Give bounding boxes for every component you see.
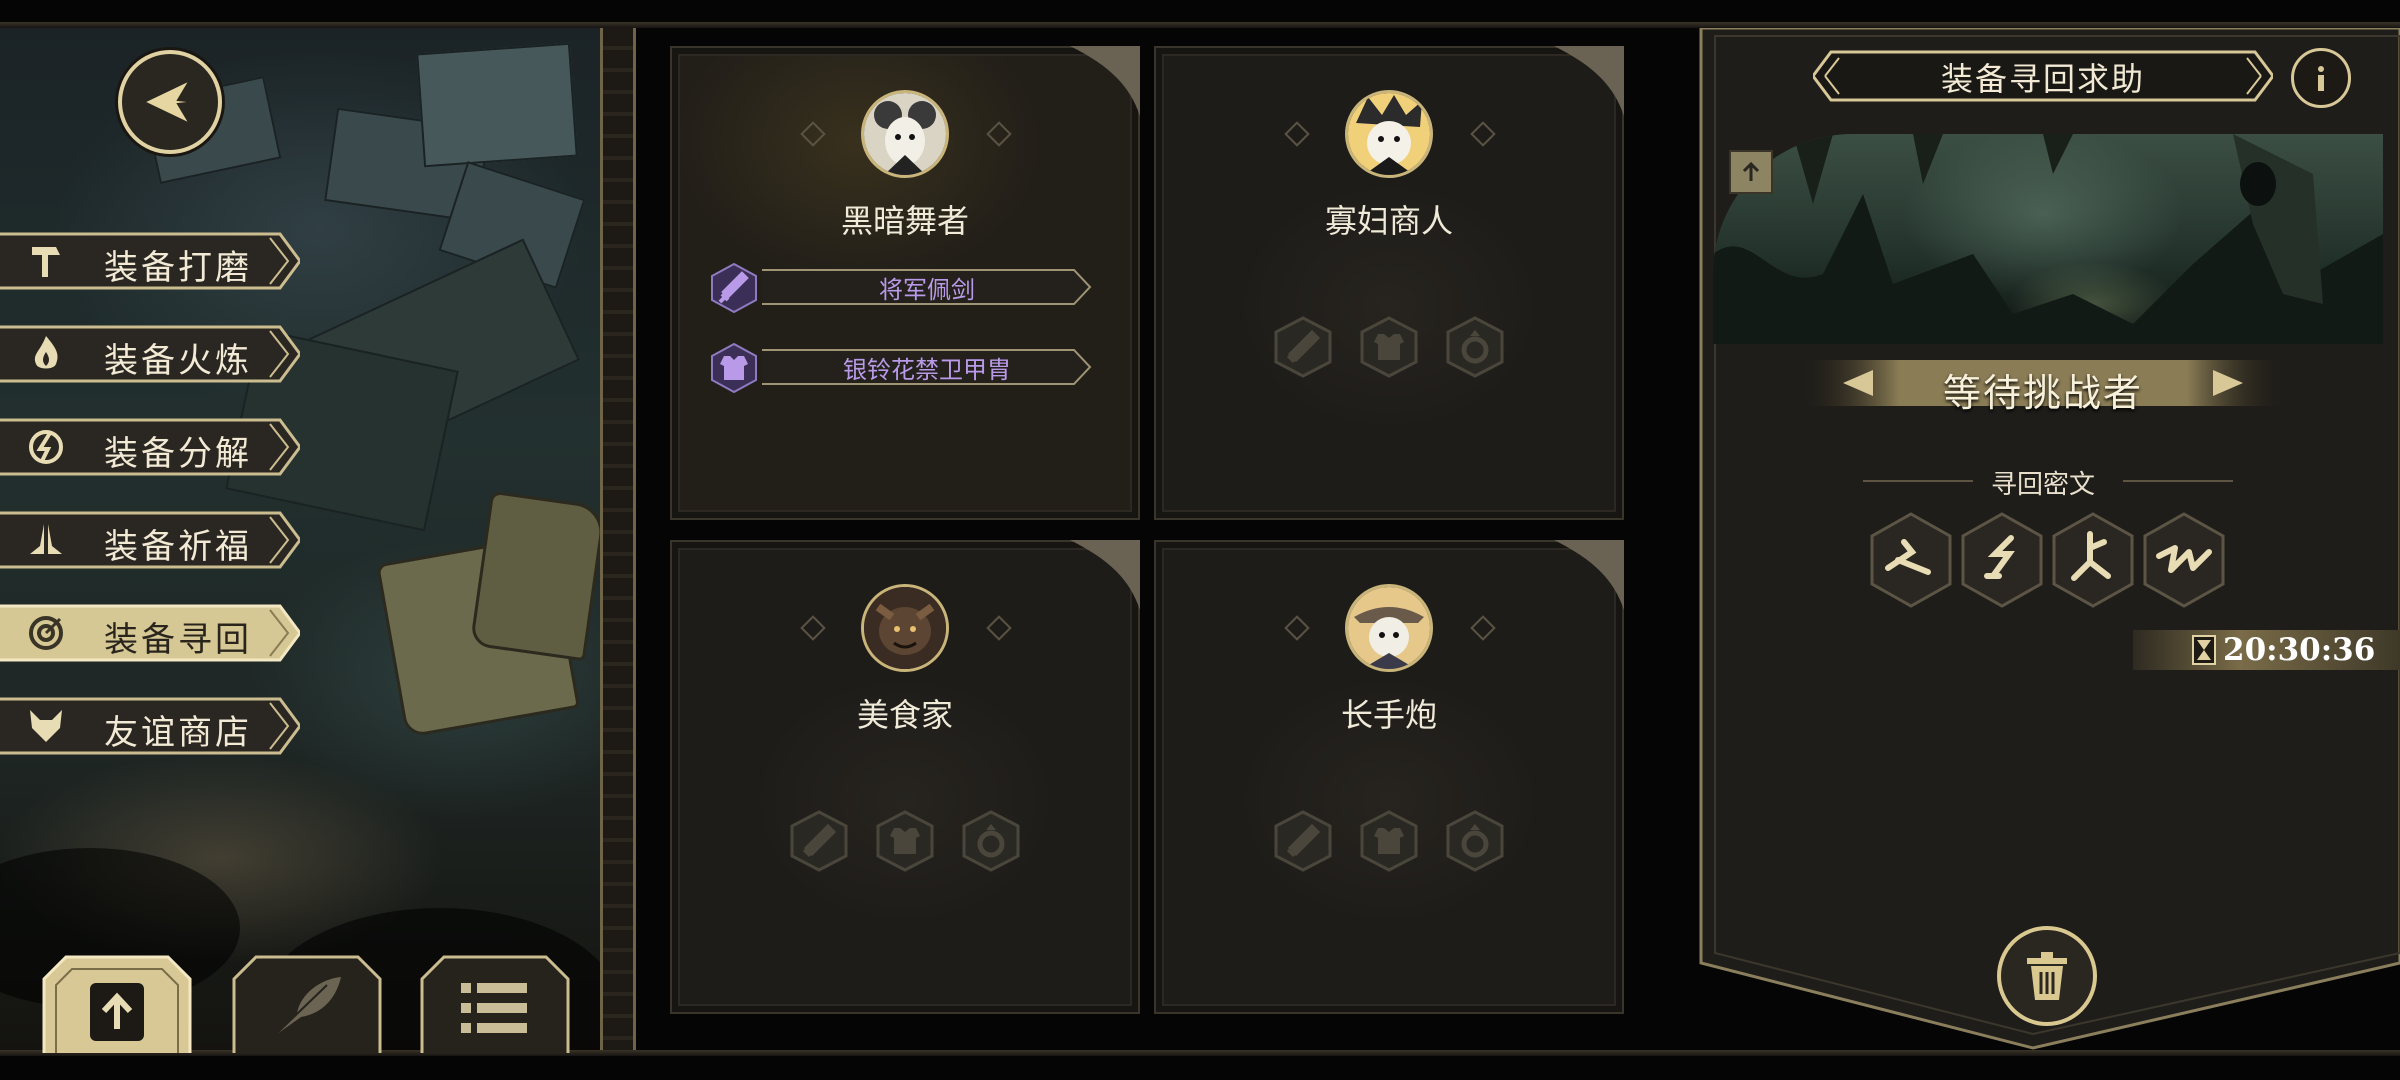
decor-diamond [800,615,826,641]
tab-upload[interactable] [42,955,192,1053]
status-text: 等待挑战者 [1942,371,2143,415]
upload-icon [90,983,144,1041]
tab-feather[interactable] [232,955,382,1053]
decor-diamond [800,121,826,147]
rune-4-icon[interactable] [2141,512,2227,608]
tab-list[interactable] [420,955,570,1053]
card-widow-merchant[interactable]: 寡妇商人 [1154,46,1624,520]
item-label: 银铃花禁卫甲胄 [843,356,1011,384]
sword-slot-icon[interactable] [1272,316,1334,378]
card-name: 黑暗舞者 [840,202,969,240]
card-name: 长手炮 [1340,696,1437,734]
list-icon [461,983,527,1033]
menu-label-refine: 装备火炼 [104,341,252,381]
card-name: 美食家 [856,696,953,734]
fox-icon [30,710,62,742]
card-name: 寡妇商人 [1324,202,1453,240]
page-curl-corner [1070,540,1140,610]
decor-diamond [986,121,1012,147]
cipher-label: 寻回密文 [1990,470,2095,500]
scene-upload-button[interactable] [1729,150,1773,194]
card-gourmet[interactable]: 美食家 [670,540,1140,1014]
info-button[interactable] [2291,48,2351,108]
menu-label-retrieve: 装备寻回 [104,620,252,660]
decor-diamond [1284,615,1310,641]
armor-slot-icon[interactable] [1358,810,1420,872]
panel-title: 装备寻回求助 [1940,60,2145,98]
menu-item-polish[interactable]: 装备打磨 [0,228,300,294]
upload-icon [1742,161,1760,181]
back-button[interactable] [118,50,222,154]
page-curl-corner [1554,46,1624,116]
target-icon [29,616,63,650]
info-icon [2318,66,2324,91]
gourmet-avatar[interactable] [861,584,949,672]
page-curl-corner [1554,540,1624,610]
ring-slot-icon[interactable] [960,810,1022,872]
rune-2-icon[interactable] [1959,512,2045,608]
menu-item-refine[interactable]: 装备火炼 [0,321,300,387]
widow-merchant-avatar[interactable] [1345,90,1433,178]
hourglass-icon [2192,635,2216,665]
panel-divider [600,28,636,1050]
equipment-item-row[interactable]: 将军佩剑 [708,262,1108,314]
menu-label-dismantle: 装备分解 [104,434,252,474]
mouse-dancer-avatar[interactable] [861,90,949,178]
feather-icon [272,977,341,1038]
decor-diamond [1284,121,1310,147]
trash-icon [2027,952,2067,1000]
long-arm-cannon-avatar[interactable] [1345,584,1433,672]
menu-item-pray[interactable]: 装备祈福 [0,507,300,573]
menu-label-polish: 装备打磨 [104,248,252,288]
pray-icon [30,524,62,554]
decor-diamond [986,615,1012,641]
equipment-item-row[interactable]: 银铃花禁卫甲胄 [708,342,1108,394]
sword-icon [711,262,757,314]
dismantle-icon [29,430,63,464]
back-arrow-icon [141,77,197,127]
ring-slot-icon[interactable] [1444,810,1506,872]
retrieve-help-panel: 装备寻回求助 等待挑战者 寻回密文 20:30:36 [1693,28,2400,1050]
card-long-arm-cannon[interactable]: 长手炮 [1154,540,1624,1014]
sword-slot-icon[interactable] [788,810,850,872]
menu-item-dismantle[interactable]: 装备分解 [0,414,300,480]
rune-1-icon[interactable] [1868,512,1954,608]
item-label: 将军佩剑 [879,276,975,304]
menu-item-friendship-shop[interactable]: 友谊商店 [0,693,300,759]
menu-label-friendship-shop: 友谊商店 [104,713,252,753]
ring-slot-icon[interactable] [1444,316,1506,378]
dungeon-scene-image [1713,134,2383,344]
card-dark-dancer[interactable]: 黑暗舞者 将军佩剑 银铃花禁卫甲胄 [670,46,1140,520]
delete-button[interactable] [1997,926,2097,1026]
rune-3-icon[interactable] [2050,512,2136,608]
armor-slot-icon[interactable] [1358,316,1420,378]
armor-slot-icon[interactable] [874,810,936,872]
flame-icon [34,336,58,369]
menu-label-pray: 装备祈福 [104,527,252,567]
menu-item-retrieve[interactable]: 装备寻回 [0,600,300,666]
decor-diamond [1470,121,1496,147]
armor-icon [711,342,757,394]
sword-slot-icon[interactable] [1272,810,1334,872]
page-curl-corner [1070,46,1140,116]
decor-diamond [1470,615,1496,641]
countdown-timer: 20:30:36 [2223,632,2376,668]
hammer-icon [32,247,60,277]
